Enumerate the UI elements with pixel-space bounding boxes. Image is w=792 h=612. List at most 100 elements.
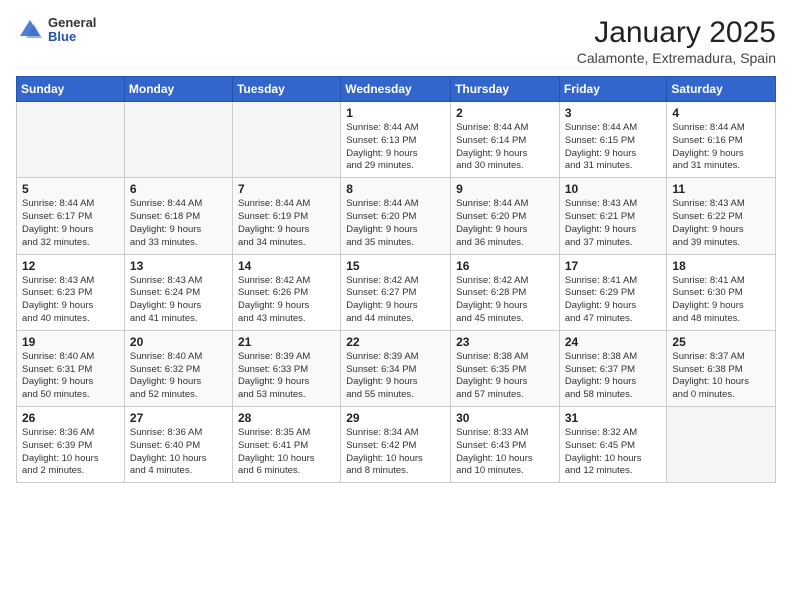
day-number: 14 <box>238 259 335 273</box>
day-info: Sunrise: 8:44 AMSunset: 6:19 PMDaylight:… <box>238 198 335 249</box>
day-number: 17 <box>565 259 662 273</box>
day-number: 21 <box>238 335 335 349</box>
calendar-cell: 29Sunrise: 8:34 AMSunset: 6:42 PMDayligh… <box>341 407 451 483</box>
day-number: 10 <box>565 182 662 196</box>
day-info: Sunrise: 8:40 AMSunset: 6:31 PMDaylight:… <box>22 351 119 402</box>
calendar-cell <box>124 102 232 178</box>
calendar-table: Sunday Monday Tuesday Wednesday Thursday… <box>16 76 776 483</box>
calendar-cell: 27 Sunrise: 8:36 AMSunset: 6:40 PMDayligh… <box>124 407 232 483</box>
calendar-row-1: 1 Sunrise: 8:44 AMSunset: 6:13 PMDaylight… <box>17 102 776 178</box>
calendar-cell: 12 Sunrise: 8:43 AMSunset: 6:23 PMDayligh… <box>17 254 125 330</box>
header-wednesday: Wednesday <box>341 77 451 102</box>
day-number: 25 <box>672 335 770 349</box>
header-monday: Monday <box>124 77 232 102</box>
day-info: Sunrise: 8:36 AMSunset: 6:39 PMDaylight:… <box>22 427 119 478</box>
calendar-location: Calamonte, Extremadura, Spain <box>577 50 776 66</box>
day-number: 16 <box>456 259 554 273</box>
header-friday: Friday <box>559 77 667 102</box>
calendar-row-3: 12 Sunrise: 8:43 AMSunset: 6:23 PMDayligh… <box>17 254 776 330</box>
day-number: 11 <box>672 182 770 196</box>
calendar-row-5: 26 Sunrise: 8:36 AMSunset: 6:39 PMDayligh… <box>17 407 776 483</box>
calendar-cell: 20 Sunrise: 8:40 AMSunset: 6:32 PMDayligh… <box>124 330 232 406</box>
calendar-cell: 21Sunrise: 8:39 AMSunset: 6:33 PMDayligh… <box>232 330 340 406</box>
calendar-cell: 2Sunrise: 8:44 AMSunset: 6:14 PMDaylight… <box>451 102 560 178</box>
day-number: 26 <box>22 411 119 425</box>
day-info: Sunrise: 8:35 AMSunset: 6:41 PMDaylight:… <box>238 427 335 478</box>
day-number: 18 <box>672 259 770 273</box>
day-number: 15 <box>346 259 445 273</box>
day-number: 20 <box>130 335 227 349</box>
logo-blue-text: Blue <box>48 30 96 44</box>
day-number: 29 <box>346 411 445 425</box>
day-info: Sunrise: 8:43 AMSunset: 6:23 PMDaylight:… <box>22 275 119 326</box>
day-info: Sunrise: 8:41 AMSunset: 6:29 PMDaylight:… <box>565 275 662 326</box>
calendar-cell <box>232 102 340 178</box>
day-info: Sunrise: 8:32 AMSunset: 6:45 PMDaylight:… <box>565 427 662 478</box>
calendar-cell: 13 Sunrise: 8:43 AMSunset: 6:24 PMDayligh… <box>124 254 232 330</box>
day-number: 28 <box>238 411 335 425</box>
calendar-title: January 2025 <box>577 16 776 50</box>
header-thursday: Thursday <box>451 77 560 102</box>
calendar-cell: 26 Sunrise: 8:36 AMSunset: 6:39 PMDayligh… <box>17 407 125 483</box>
calendar-cell: 30Sunrise: 8:33 AMSunset: 6:43 PMDayligh… <box>451 407 560 483</box>
day-info: Sunrise: 8:36 AMSunset: 6:40 PMDaylight:… <box>130 427 227 478</box>
day-number: 7 <box>238 182 335 196</box>
day-info: Sunrise: 8:40 AMSunset: 6:32 PMDaylight:… <box>130 351 227 402</box>
day-number: 6 <box>130 182 227 196</box>
day-info: Sunrise: 8:37 AMSunset: 6:38 PMDaylight:… <box>672 351 770 402</box>
calendar-cell: 15 Sunrise: 8:42 AMSunset: 6:27 PMDayligh… <box>341 254 451 330</box>
calendar-cell: 28 Sunrise: 8:35 AMSunset: 6:41 PMDayligh… <box>232 407 340 483</box>
calendar-cell: 23Sunrise: 8:38 AMSunset: 6:35 PMDayligh… <box>451 330 560 406</box>
calendar-cell: 19 Sunrise: 8:40 AMSunset: 6:31 PMDayligh… <box>17 330 125 406</box>
logo: General Blue <box>16 16 96 45</box>
day-info: Sunrise: 8:38 AMSunset: 6:35 PMDaylight:… <box>456 351 554 402</box>
day-number: 22 <box>346 335 445 349</box>
day-info: Sunrise: 8:43 AMSunset: 6:21 PMDaylight:… <box>565 198 662 249</box>
day-info: Sunrise: 8:44 AMSunset: 6:16 PMDaylight:… <box>672 122 770 173</box>
day-info: Sunrise: 8:41 AMSunset: 6:30 PMDaylight:… <box>672 275 770 326</box>
day-info: Sunrise: 8:42 AMSunset: 6:26 PMDaylight:… <box>238 275 335 326</box>
calendar-row-2: 5Sunrise: 8:44 AMSunset: 6:17 PMDaylight… <box>17 178 776 254</box>
calendar-cell: 7 Sunrise: 8:44 AMSunset: 6:19 PMDaylight… <box>232 178 340 254</box>
calendar-cell: 11Sunrise: 8:43 AMSunset: 6:22 PMDayligh… <box>667 178 776 254</box>
calendar-cell: 18 Sunrise: 8:41 AMSunset: 6:30 PMDayligh… <box>667 254 776 330</box>
calendar-row-4: 19 Sunrise: 8:40 AMSunset: 6:31 PMDayligh… <box>17 330 776 406</box>
page-header: General Blue January 2025 Calamonte, Ext… <box>16 16 776 66</box>
day-number: 31 <box>565 411 662 425</box>
day-info: Sunrise: 8:44 AMSunset: 6:20 PMDaylight:… <box>346 198 445 249</box>
calendar-cell: 3Sunrise: 8:44 AMSunset: 6:15 PMDaylight… <box>559 102 667 178</box>
day-number: 3 <box>565 106 662 120</box>
day-number: 19 <box>22 335 119 349</box>
day-info: Sunrise: 8:44 AMSunset: 6:18 PMDaylight:… <box>130 198 227 249</box>
day-info: Sunrise: 8:39 AMSunset: 6:34 PMDaylight:… <box>346 351 445 402</box>
day-number: 27 <box>130 411 227 425</box>
header-saturday: Saturday <box>667 77 776 102</box>
calendar-cell: 14 Sunrise: 8:42 AMSunset: 6:26 PMDayligh… <box>232 254 340 330</box>
title-block: January 2025 Calamonte, Extremadura, Spa… <box>577 16 776 66</box>
calendar-cell: 6 Sunrise: 8:44 AMSunset: 6:18 PMDaylight… <box>124 178 232 254</box>
calendar-cell: 31 Sunrise: 8:32 AMSunset: 6:45 PMDayligh… <box>559 407 667 483</box>
day-number: 4 <box>672 106 770 120</box>
header-tuesday: Tuesday <box>232 77 340 102</box>
calendar-cell: 5Sunrise: 8:44 AMSunset: 6:17 PMDaylight… <box>17 178 125 254</box>
calendar-cell: 25 Sunrise: 8:37 AMSunset: 6:38 PMDayligh… <box>667 330 776 406</box>
day-number: 24 <box>565 335 662 349</box>
day-info: Sunrise: 8:44 AMSunset: 6:13 PMDaylight:… <box>346 122 445 173</box>
day-number: 12 <box>22 259 119 273</box>
calendar-cell <box>17 102 125 178</box>
day-number: 9 <box>456 182 554 196</box>
day-info: Sunrise: 8:38 AMSunset: 6:37 PMDaylight:… <box>565 351 662 402</box>
day-number: 1 <box>346 106 445 120</box>
day-number: 30 <box>456 411 554 425</box>
header-sunday: Sunday <box>17 77 125 102</box>
calendar-cell: 8Sunrise: 8:44 AMSunset: 6:20 PMDaylight… <box>341 178 451 254</box>
day-number: 13 <box>130 259 227 273</box>
calendar-cell: 1 Sunrise: 8:44 AMSunset: 6:13 PMDaylight… <box>341 102 451 178</box>
calendar-cell: 10 Sunrise: 8:43 AMSunset: 6:21 PMDayligh… <box>559 178 667 254</box>
day-number: 5 <box>22 182 119 196</box>
day-info: Sunrise: 8:44 AMSunset: 6:20 PMDaylight:… <box>456 198 554 249</box>
day-info: Sunrise: 8:42 AMSunset: 6:27 PMDaylight:… <box>346 275 445 326</box>
day-info: Sunrise: 8:42 AMSunset: 6:28 PMDaylight:… <box>456 275 554 326</box>
day-info: Sunrise: 8:43 AMSunset: 6:24 PMDaylight:… <box>130 275 227 326</box>
logo-general-text: General <box>48 16 96 30</box>
